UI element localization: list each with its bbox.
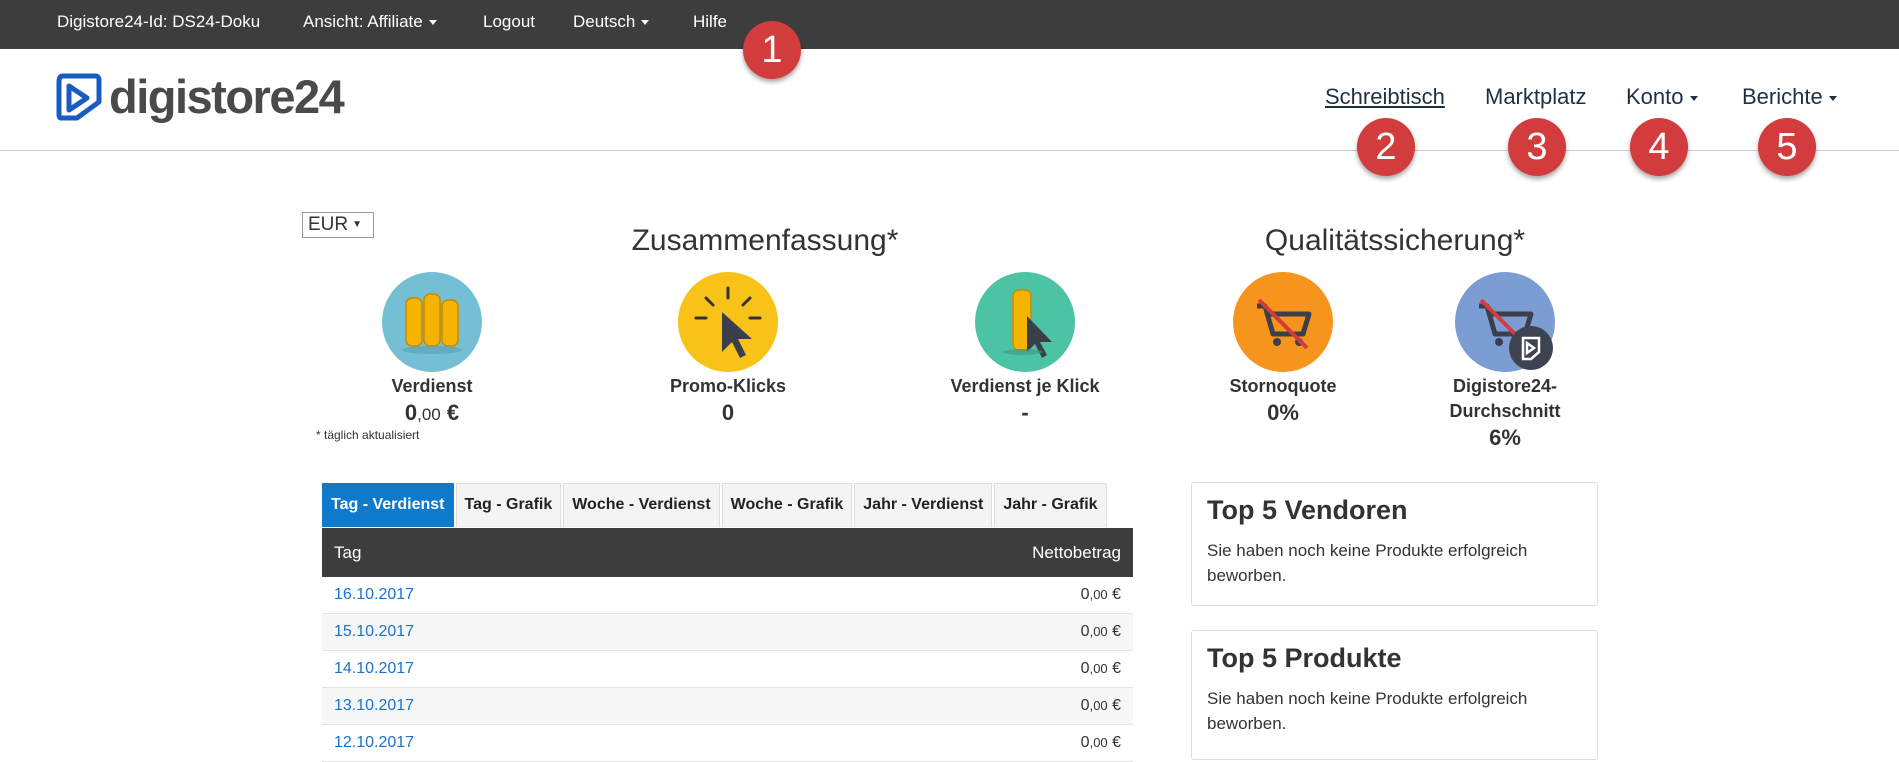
chevron-down-icon: ▼ [352, 219, 363, 230]
clicks-label: Promo-Klicks [669, 376, 787, 396]
main-header: digistore24 Schreibtisch Marktplatz Kont… [0, 49, 1899, 151]
logout-link[interactable]: Logout [483, 12, 535, 32]
cursor-click-icon [678, 272, 778, 372]
account-id: Digistore24-Id: DS24-Doku [57, 12, 261, 31]
nav-konto[interactable]: Konto [1626, 84, 1698, 110]
table-row: 16.10.2017 0,00 € [322, 577, 1133, 614]
average-value: 6% [1489, 425, 1521, 450]
date-link[interactable]: 14.10.2017 [334, 660, 414, 678]
stat-cancel-rate: Stornoquote 0% [1183, 272, 1383, 426]
callout-badge-1: 1 [743, 21, 801, 79]
top-vendors-title: Top 5 Vendoren [1207, 495, 1408, 525]
top-vendors-panel: Top 5 Vendoren Sie haben noch keine Prod… [1191, 482, 1598, 606]
table-header: Tag Nettobetrag [322, 528, 1133, 577]
stat-digistore-average: Digistore24- Durchschnitt 6% [1405, 272, 1605, 451]
nav-berichte-label: Berichte [1742, 84, 1823, 109]
summary-title: Zusammenfassung* [631, 224, 899, 257]
nav-konto-label: Konto [1626, 84, 1684, 109]
stat-earnings: Verdienst 0,00 € [332, 272, 532, 426]
tab-week-earnings[interactable]: Woche - Verdienst [563, 483, 720, 527]
clicks-value: 0 [721, 400, 735, 425]
table-row: 12.10.2017 0,00 € [322, 725, 1133, 762]
top-products-text: Sie haben noch keine Produkte erfolgreic… [1207, 689, 1528, 733]
earnings-label: Verdienst [391, 376, 473, 396]
cart-average-icon [1455, 272, 1555, 372]
tab-day-earnings[interactable]: Tag - Verdienst [322, 483, 454, 527]
per-click-value: - [1021, 400, 1029, 425]
amount: 0,00 € [1080, 623, 1121, 640]
top-products-title: Top 5 Produkte [1207, 643, 1402, 673]
amount: 0,00 € [1080, 586, 1121, 603]
earnings-value: 0,00 € [404, 400, 460, 425]
top-products-panel: Top 5 Produkte Sie haben noch keine Prod… [1191, 630, 1598, 760]
date-link[interactable]: 13.10.2017 [334, 697, 414, 715]
currency-value: EUR [308, 214, 349, 236]
currency-select[interactable]: EUR ▼ [302, 212, 374, 238]
date-link[interactable]: 16.10.2017 [334, 586, 414, 604]
coins-icon [382, 272, 482, 372]
tab-day-chart[interactable]: Tag - Grafik [455, 483, 562, 527]
report-tabs: Tag - Verdienst Tag - Grafik Woche - Ver… [322, 483, 1109, 527]
callout-badge-5: 5 [1758, 118, 1816, 176]
language-label: Deutsch [573, 12, 636, 31]
cancel-value: 0% [1267, 400, 1299, 425]
nav-schreibtisch[interactable]: Schreibtisch [1325, 84, 1445, 110]
update-note: * täglich aktualisiert [316, 428, 420, 442]
quality-title: Qualitätssicherung* [1264, 224, 1526, 257]
language-dropdown[interactable]: Deutsch [573, 12, 650, 32]
logo[interactable]: digistore24 [55, 69, 345, 124]
tab-year-chart[interactable]: Jahr - Grafik [994, 483, 1107, 527]
nav-berichte[interactable]: Berichte [1742, 84, 1837, 110]
help-link[interactable]: Hilfe [693, 12, 727, 32]
cancel-label: Stornoquote [1229, 376, 1337, 396]
tab-year-earnings[interactable]: Jahr - Verdienst [854, 483, 993, 527]
coins-cursor-icon [975, 272, 1075, 372]
date-link[interactable]: 15.10.2017 [334, 623, 414, 641]
callout-badge-4: 4 [1630, 118, 1688, 176]
chevron-down-icon [641, 20, 650, 26]
earnings-table: Tag Nettobetrag 16.10.2017 0,00 € 15.10.… [322, 528, 1133, 762]
callout-badge-3: 3 [1508, 118, 1566, 176]
nav-marktplatz[interactable]: Marktplatz [1485, 84, 1586, 110]
col-day: Tag [334, 542, 362, 562]
view-label: Ansicht: Affiliate [303, 12, 423, 31]
table-row: 14.10.2017 0,00 € [322, 651, 1133, 688]
per-click-label: Verdienst je Klick [950, 376, 1100, 396]
amount: 0,00 € [1080, 660, 1121, 677]
average-label: Digistore24- Durchschnitt [1449, 376, 1561, 421]
chevron-down-icon [1689, 95, 1698, 101]
logo-icon [56, 73, 102, 120]
amount: 0,00 € [1080, 697, 1121, 714]
table-row: 13.10.2017 0,00 € [322, 688, 1133, 725]
callout-badge-2: 2 [1357, 118, 1415, 176]
top-bar: Digistore24-Id: DS24-Doku Ansicht: Affil… [0, 0, 1899, 49]
stat-per-click: Verdienst je Klick - [925, 272, 1125, 426]
cart-crossed-icon [1233, 272, 1333, 372]
chevron-down-icon [1828, 95, 1837, 101]
col-net: Nettobetrag [1032, 542, 1121, 562]
view-dropdown[interactable]: Ansicht: Affiliate [303, 12, 437, 32]
top-vendors-text: Sie haben noch keine Produkte erfolgreic… [1207, 541, 1528, 585]
logo-text: digistore24 [109, 70, 345, 123]
tab-week-chart[interactable]: Woche - Grafik [721, 483, 853, 527]
chevron-down-icon [428, 20, 437, 26]
table-row: 15.10.2017 0,00 € [322, 614, 1133, 651]
stat-promo-clicks: Promo-Klicks 0 [628, 272, 828, 426]
